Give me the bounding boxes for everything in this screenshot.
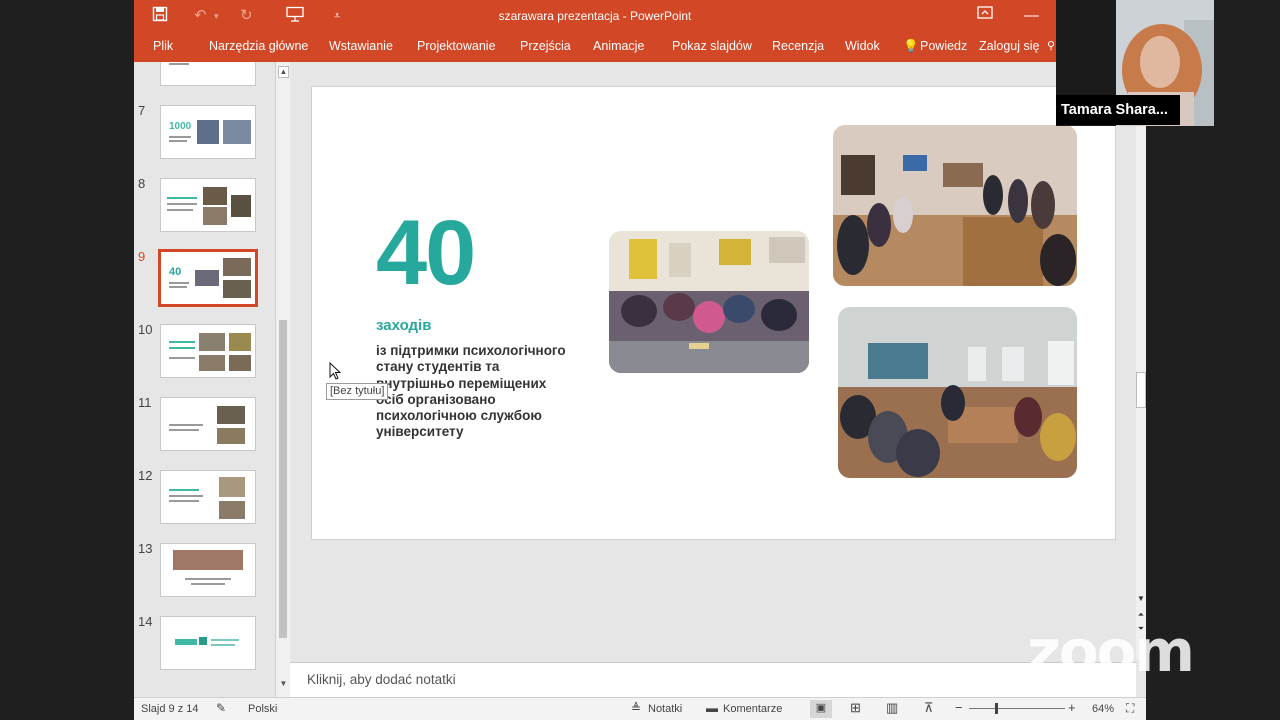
notes-button[interactable]: Notatki	[648, 703, 682, 715]
slide-thumbnail-9-active[interactable]: 40	[158, 249, 258, 307]
tab-home[interactable]: Narzędzia główne	[209, 38, 308, 54]
classroom-photo-2	[833, 125, 1077, 286]
slide-thumbnail-11[interactable]	[160, 397, 256, 451]
ribbon-display-options-icon[interactable]	[977, 6, 993, 26]
minimize-icon[interactable]: —	[1024, 6, 1039, 26]
slide-thumbnails-pane: 7 1000 8 9 40 10 11 12 13 14	[134, 62, 275, 697]
slide-thumbnail-12[interactable]	[160, 470, 256, 524]
thumbnails-scroll-thumb[interactable]	[279, 320, 287, 638]
slide-thumbnail-13[interactable]	[160, 543, 256, 597]
zoom-out-icon[interactable]: −	[955, 700, 963, 715]
notes-placeholder: Kliknij, aby dodać notatki	[307, 672, 456, 687]
mouse-cursor-icon	[329, 361, 342, 385]
tab-animations[interactable]: Animacje	[593, 38, 644, 54]
slide-number-9: 9	[138, 249, 146, 264]
participant-name: Tamara Shara...	[1056, 95, 1180, 125]
share-icon[interactable]: ⚲	[1047, 38, 1055, 54]
comments-button[interactable]: Komentarze	[723, 703, 782, 715]
slide-number-14: 14	[138, 614, 153, 629]
slide-number-8: 8	[138, 176, 146, 191]
zoom-slider[interactable]	[969, 708, 1065, 709]
tab-insert[interactable]: Wstawianie	[329, 38, 393, 54]
slide-sorter-icon[interactable]: ⊞	[850, 700, 861, 716]
tab-review[interactable]: Recenzja	[772, 38, 824, 54]
slide-show-icon[interactable]: ⊼	[924, 700, 934, 716]
slide-subtitle: заходів	[376, 317, 432, 334]
reading-view-icon[interactable]: ▥	[886, 700, 898, 716]
editor-scroll-thumb[interactable]	[1136, 372, 1146, 408]
scroll-down-icon[interactable]: ▼	[1137, 594, 1145, 603]
slide-number-10: 10	[138, 322, 153, 337]
thumbnails-scrollbar[interactable]: ▲ ▼	[275, 62, 290, 697]
tab-file[interactable]: Plik	[153, 38, 173, 54]
language-indicator[interactable]: Polski	[248, 703, 277, 715]
participant-video[interactable]: Tamara Shara...	[1056, 0, 1214, 126]
zoom-logo: zoom	[1027, 617, 1195, 685]
thumbnail-tooltip: [Bez tytułu]	[326, 383, 388, 400]
slide-thumbnail-10[interactable]	[160, 324, 256, 378]
tab-view[interactable]: Widok	[845, 38, 880, 54]
title-bar: ↶ ▾ ↻ ⩡ szarawara prezentacja - PowerPoi…	[134, 0, 1056, 32]
zoom-slider-handle[interactable]	[995, 703, 998, 714]
tab-design[interactable]: Projektowanie	[417, 38, 496, 54]
slide-number-12: 12	[138, 468, 153, 483]
zoom-level[interactable]: 64%	[1092, 703, 1114, 715]
classroom-photo-1	[609, 231, 809, 373]
current-slide[interactable]: 40 заходів із підтримки психологічного с…	[311, 86, 1116, 540]
normal-view-icon[interactable]: ▣	[810, 700, 832, 718]
fit-to-window-icon[interactable]: ⛶	[1126, 701, 1134, 716]
slide-counter: Slajd 9 z 14	[141, 703, 199, 715]
scroll-down-icon[interactable]: ▼	[278, 679, 289, 691]
slide-number-13: 13	[138, 541, 153, 556]
slide-description: із підтримки психологічного стану студен…	[376, 343, 566, 440]
thumb-7-number: 1000	[169, 121, 192, 132]
tell-me-box[interactable]: Powiedz i	[920, 38, 970, 54]
classroom-photo-3	[838, 307, 1077, 478]
notes-pane[interactable]: Kliknij, aby dodać notatki	[290, 662, 1136, 697]
status-bar: Slajd 9 z 14 ✎ Polski ≜ Notatki ▬ Koment…	[134, 697, 1146, 720]
tab-slide-show[interactable]: Pokaz slajdów	[672, 38, 752, 54]
slide-thumbnail-8[interactable]	[160, 178, 256, 232]
thumb-9-number: 40	[169, 266, 182, 278]
spell-check-icon[interactable]: ✎	[216, 701, 226, 715]
powerpoint-window: ↶ ▾ ↻ ⩡ szarawara prezentacja - PowerPoi…	[134, 0, 1146, 720]
comments-icon[interactable]: ▬	[706, 701, 718, 715]
window-title: szarawara prezentacja - PowerPoint	[498, 9, 692, 23]
slide-editor: 40 заходів із підтримки психологічного с…	[290, 62, 1136, 660]
slide-thumbnail-7[interactable]: 1000	[160, 105, 256, 159]
slide-number-11: 11	[138, 395, 152, 410]
notes-icon[interactable]: ≜	[631, 701, 641, 715]
slide-thumbnail-6[interactable]	[160, 62, 256, 86]
tab-transitions[interactable]: Przejścia	[520, 38, 571, 54]
editor-scrollbar[interactable]: ▼ ⏶ ⏷	[1136, 62, 1146, 660]
zoom-in-icon[interactable]: +	[1068, 700, 1076, 715]
scroll-up-icon[interactable]: ▲	[278, 66, 289, 78]
slide-number-7: 7	[138, 103, 146, 118]
slide-thumbnail-14[interactable]	[160, 616, 256, 670]
sign-in-link[interactable]: Zaloguj się	[979, 38, 1039, 54]
lightbulb-icon: 💡	[903, 39, 919, 53]
ribbon-tabs: Plik Narzędzia główne Wstawianie Projekt…	[134, 32, 1056, 62]
slide-big-number: 40	[376, 202, 476, 304]
